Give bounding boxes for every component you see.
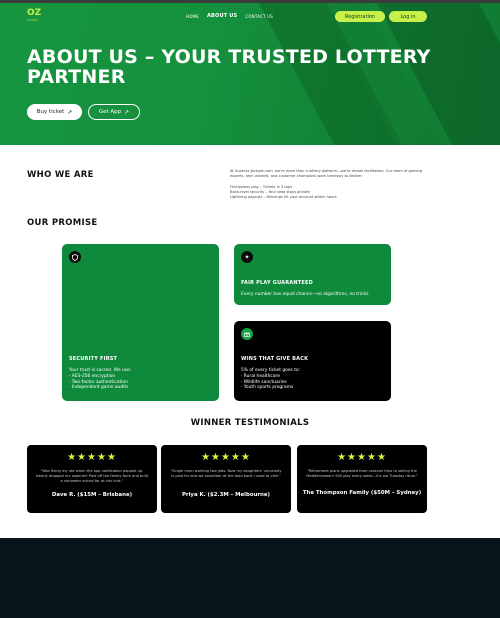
sparkle-icon: ✦	[241, 251, 253, 263]
list-item: Lightning payouts – Winnings hit your ac…	[230, 195, 337, 199]
buy-ticket-label: Buy ticket	[36, 109, 65, 115]
logo[interactable]: OZ LOTTO	[27, 9, 45, 23]
list-item: · Youth sports programs	[241, 385, 294, 390]
security-card: SECURITY FIRST Your trust is sacred. We …	[62, 244, 219, 401]
nav-about-us[interactable]: About Us	[207, 13, 237, 19]
who-we-are-heading: WHO WE ARE	[27, 170, 94, 180]
security-card-lead: Your trust is sacred. We use:	[69, 368, 132, 373]
get-app-label: Get App	[98, 109, 122, 115]
who-we-are-intro: At Superoz.Jackpot.com, we're more than …	[230, 169, 423, 178]
main-nav: Home About Us Contact Us	[186, 13, 273, 19]
login-button[interactable]: Log in	[389, 11, 427, 22]
star-rating-icon: ★★★★★	[337, 452, 387, 463]
arrow-up-right-icon: ↗	[67, 108, 73, 116]
fair-play-card: ✦ FAIR PLAY GUARANTEED Every number has …	[234, 244, 391, 305]
fair-play-card-text: Every number has equal chance—no algorit…	[241, 292, 370, 297]
buy-ticket-button[interactable]: Buy ticket ↗	[27, 104, 82, 120]
wins-card-title: WINS THAT GIVE BACK	[241, 356, 309, 362]
gift-icon	[241, 328, 253, 340]
logo-text: OZ	[27, 8, 42, 18]
star-rating-icon: ★★★★★	[201, 452, 251, 463]
security-card-list: · AES-256 encryption · Two-factor authen…	[69, 374, 128, 391]
star-rating-icon: ★★★★★	[67, 452, 117, 463]
testimonial-card: ★★★★★ "Was fixing my ute when the app no…	[27, 445, 157, 513]
fair-play-card-title: FAIR PLAY GUARANTEED	[241, 280, 313, 286]
registration-button[interactable]: Registration	[335, 11, 385, 22]
testimonial-quote: "Was fixing my ute when the app notifica…	[36, 469, 148, 483]
wins-card-lead: 5% of every ticket goes to:	[241, 368, 301, 373]
wins-card: WINS THAT GIVE BACK 5% of every ticket g…	[234, 321, 391, 401]
who-we-are-list: Frictionless play – Tickets in 3 taps Ba…	[230, 185, 430, 200]
testimonial-author: Dave R. ($15M – Brisbane)	[51, 492, 133, 498]
security-card-title: SECURITY FIRST	[69, 356, 118, 362]
hero-section: OZ LOTTO Home About Us Contact Us Regist…	[0, 3, 500, 145]
testimonial-author: The Thompson Family ($50M – Sydney)	[302, 490, 422, 496]
logo-sub: LOTTO	[27, 18, 38, 22]
arrow-up-right-icon: ↗	[124, 108, 130, 116]
testimonial-card: ★★★★★ "Single mum working two jobs. Now …	[161, 445, 291, 513]
page-title: ABOUT US – YOUR TRUSTED LOTTERY PARTNER	[27, 46, 431, 88]
get-app-button[interactable]: Get App ↗	[88, 104, 140, 120]
testimonial-card: ★★★★★ "Retirement plans upgraded from ca…	[297, 445, 427, 513]
nav-contact-us[interactable]: Contact Us	[245, 14, 273, 19]
shield-icon	[69, 251, 81, 263]
our-promise-heading: OUR PROMISE	[27, 218, 98, 228]
testimonial-quote: "Single mum working two jobs. Now my dau…	[170, 469, 282, 478]
testimonials-heading: WINNER TESTIMONIALS	[190, 418, 310, 428]
footer	[0, 538, 500, 618]
testimonial-author: Priya K. ($2.3M – Melbourne)	[181, 492, 271, 498]
list-item: · Independent game audits	[69, 385, 129, 390]
testimonial-quote: "Retirement plans upgraded from caravan …	[306, 469, 418, 478]
wins-card-list: · Rural healthcare · Wildlife sanctuarie…	[241, 374, 293, 391]
nav-home[interactable]: Home	[186, 14, 199, 19]
